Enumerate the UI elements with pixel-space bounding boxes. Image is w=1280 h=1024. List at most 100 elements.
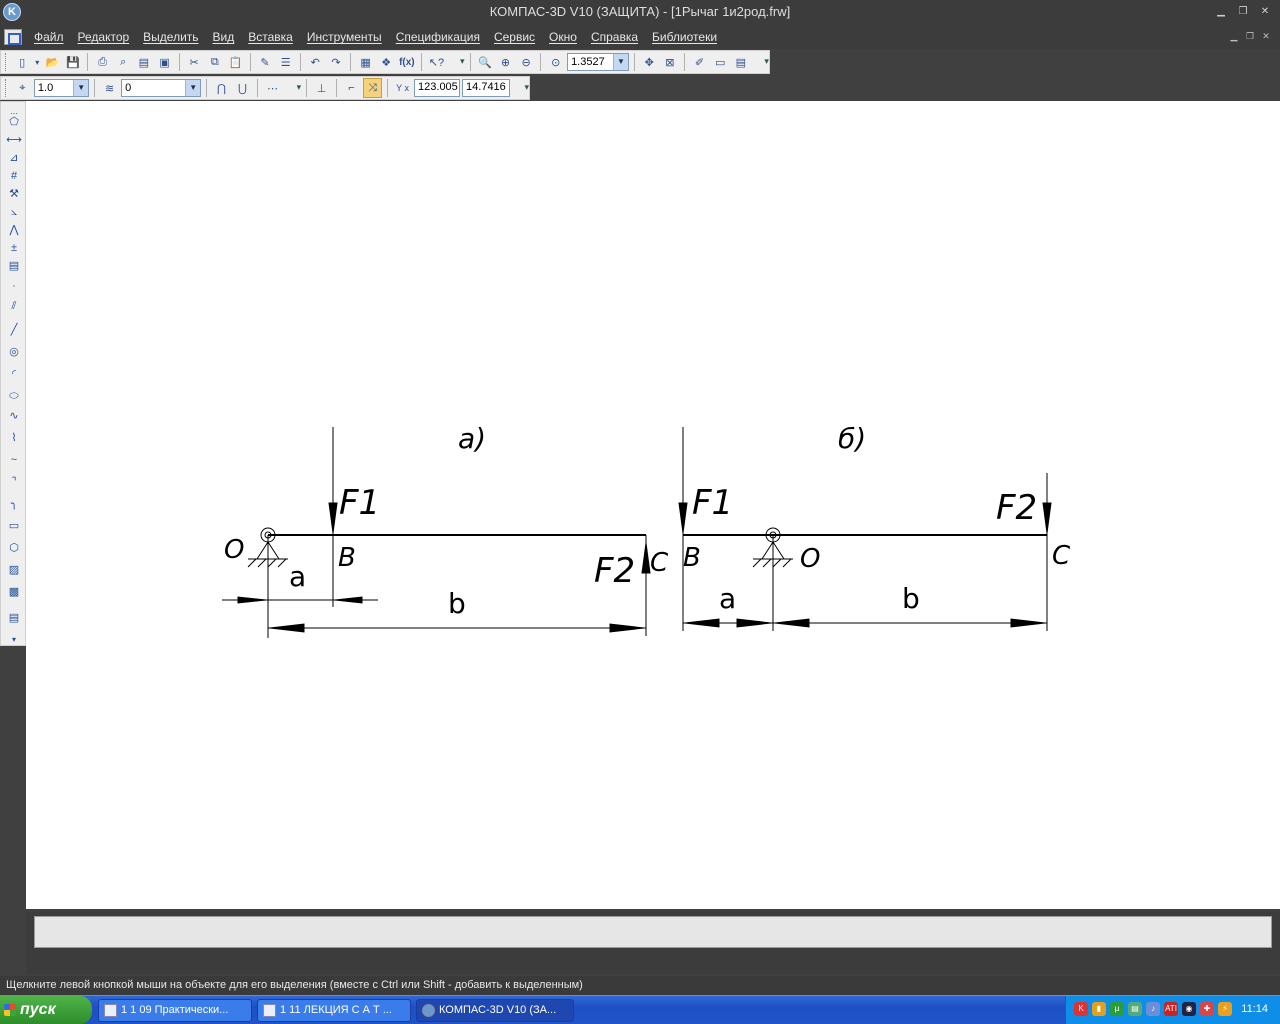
- select-icon[interactable]: ⋀: [5, 222, 23, 238]
- zoom-in-icon[interactable]: ⊕: [496, 52, 515, 72]
- edit-icon[interactable]: #: [5, 168, 23, 184]
- zoom-out-icon[interactable]: ⊖: [517, 52, 536, 72]
- restore-icon[interactable]: ❐: [1234, 4, 1252, 19]
- toolbar-chevron-icon[interactable]: ▾: [512, 82, 529, 94]
- y-coordinate-field[interactable]: 14.7416: [462, 79, 510, 97]
- report-icon[interactable]: ▤: [5, 258, 23, 274]
- parametrization-icon[interactable]: ⚒: [5, 186, 23, 202]
- menu-service[interactable]: Сервис: [494, 30, 535, 44]
- panel-chevron-icon[interactable]: ▾: [5, 632, 23, 648]
- task-button-practical[interactable]: 1 1 09 Практически...: [98, 999, 252, 1022]
- ellipse-icon[interactable]: ⬭: [5, 388, 23, 404]
- circle-icon[interactable]: ◎: [5, 344, 23, 360]
- auxiliary-line-icon[interactable]: ⫽: [5, 298, 23, 314]
- spec-icon[interactable]: ±: [5, 240, 23, 256]
- menu-insert[interactable]: Вставка: [248, 30, 293, 44]
- x-coordinate-field[interactable]: 123.005: [414, 79, 461, 97]
- arc-icon[interactable]: ◜: [5, 366, 23, 382]
- pan-icon[interactable]: ✥: [640, 52, 659, 72]
- properties-icon[interactable]: ▣: [155, 52, 174, 72]
- chevron-down-icon[interactable]: ▼: [73, 80, 89, 96]
- menu-file[interactable]: Файл: [34, 30, 64, 44]
- document-icon[interactable]: [4, 29, 22, 45]
- zoom-fit-icon[interactable]: ⊠: [661, 52, 680, 72]
- rectangle-icon[interactable]: ▭: [5, 518, 23, 534]
- chevron-down-icon[interactable]: ▼: [185, 80, 201, 96]
- language-flag-icon[interactable]: ▤: [1128, 1002, 1142, 1016]
- ortho-mode-icon[interactable]: ⌐: [342, 78, 361, 98]
- doc-restore-icon[interactable]: ❐: [1244, 31, 1256, 42]
- point-icon[interactable]: ·: [5, 278, 23, 294]
- format-brush-icon[interactable]: ✎: [256, 52, 275, 72]
- layer-combo[interactable]: 0 ▼: [121, 79, 202, 97]
- dropdown-arrow-icon[interactable]: ▾: [34, 52, 41, 72]
- redraw-icon[interactable]: ✐: [690, 52, 709, 72]
- step-combo[interactable]: 1.0 ▼: [33, 79, 90, 97]
- open-folder-icon[interactable]: 📂: [43, 52, 62, 72]
- fill-icon[interactable]: ▩: [5, 584, 23, 600]
- grid-icon[interactable]: ⋯: [263, 78, 282, 98]
- bezier-icon[interactable]: ~: [5, 452, 23, 468]
- cursor-step-icon[interactable]: ⌖: [13, 78, 32, 98]
- toolbar-chevron-icon[interactable]: ▾: [448, 56, 465, 68]
- task-button-lecture[interactable]: 1 11 ЛЕКЦИЯ С А Т ...: [257, 999, 411, 1022]
- display-settings-icon[interactable]: ◉: [1182, 1002, 1196, 1016]
- layers-icon[interactable]: ≋: [100, 78, 119, 98]
- grid-dropdown-icon[interactable]: ▾: [284, 82, 302, 94]
- minimize-icon[interactable]: ▁: [1212, 4, 1230, 19]
- toolbar-grip[interactable]: [5, 79, 8, 97]
- zoom-scale-combo[interactable]: 1.3527 ▼: [567, 53, 629, 71]
- manager-icon[interactable]: ▦: [356, 52, 375, 72]
- context-help-icon[interactable]: ↖?: [427, 52, 446, 72]
- contour-icon[interactable]: ⬡: [5, 540, 23, 556]
- hatch-icon[interactable]: ▨: [5, 562, 23, 578]
- snap-magnet-icon[interactable]: ⋂: [212, 78, 231, 98]
- drawing-canvas[interactable]: а) O B C F1 F2 a b б) B O C F1 F2 a b: [26, 101, 1280, 909]
- bolt-icon[interactable]: ⚡: [1218, 1002, 1232, 1016]
- antivirus-icon[interactable]: K: [1074, 1002, 1088, 1016]
- display-icon[interactable]: ▭: [711, 52, 730, 72]
- save-icon[interactable]: 💾: [64, 52, 83, 72]
- shield-icon[interactable]: ✚: [1200, 1002, 1214, 1016]
- doc-minimize-icon[interactable]: ▁: [1228, 31, 1240, 42]
- toolbar-chevron-icon[interactable]: ▾: [752, 56, 769, 68]
- chamfer-icon[interactable]: ⌝: [5, 474, 23, 490]
- torrent-icon[interactable]: µ: [1110, 1002, 1124, 1016]
- dimensions-icon[interactable]: ⟷: [5, 132, 23, 148]
- toolbar-grip[interactable]: [5, 53, 8, 71]
- spline-icon[interactable]: ∿: [5, 408, 23, 424]
- undo-icon[interactable]: ↶: [306, 52, 325, 72]
- menu-specification[interactable]: Спецификация: [396, 30, 480, 44]
- macro-icon[interactable]: ▤: [5, 610, 23, 626]
- menu-editor[interactable]: Редактор: [78, 30, 130, 44]
- list-icon[interactable]: ☰: [276, 52, 295, 72]
- round-mode-icon[interactable]: ⤨: [363, 78, 383, 98]
- segment-icon[interactable]: ╱: [5, 322, 23, 338]
- task-button-kompas[interactable]: КОМПАС-3D V10 (ЗА...: [416, 999, 574, 1022]
- measure-icon[interactable]: ⦣: [5, 204, 23, 220]
- library-icon[interactable]: ❖: [377, 52, 396, 72]
- start-button[interactable]: пуск: [0, 996, 92, 1024]
- calculator-icon[interactable]: ▤: [731, 52, 750, 72]
- doc-close-icon[interactable]: ✕: [1260, 31, 1272, 42]
- print-preview-icon[interactable]: ⌕: [114, 52, 133, 72]
- copy-icon[interactable]: ⧉: [205, 52, 224, 72]
- polyline-icon[interactable]: ⌇: [5, 430, 23, 446]
- designations-icon[interactable]: ⊿: [5, 150, 23, 166]
- menu-tools[interactable]: Инструменты: [307, 30, 382, 44]
- geometry-icon[interactable]: ⬠: [5, 114, 23, 130]
- command-input-area[interactable]: [34, 916, 1272, 948]
- menu-select[interactable]: Выделить: [143, 30, 198, 44]
- menu-help[interactable]: Справка: [591, 30, 638, 44]
- volume-icon[interactable]: ♪: [1146, 1002, 1160, 1016]
- new-document-icon[interactable]: ▯: [13, 52, 32, 72]
- fillet-icon[interactable]: ╮: [5, 496, 23, 512]
- zoom-scale-icon[interactable]: ⊙: [546, 52, 565, 72]
- redo-icon[interactable]: ↷: [327, 52, 346, 72]
- menu-libraries[interactable]: Библиотеки: [652, 30, 717, 44]
- preview-icon[interactable]: ▤: [135, 52, 154, 72]
- local-cs-icon[interactable]: ⊥: [312, 78, 331, 98]
- paste-icon[interactable]: 📋: [226, 52, 245, 72]
- variables-icon[interactable]: f(x): [398, 52, 417, 72]
- menu-view[interactable]: Вид: [213, 30, 235, 44]
